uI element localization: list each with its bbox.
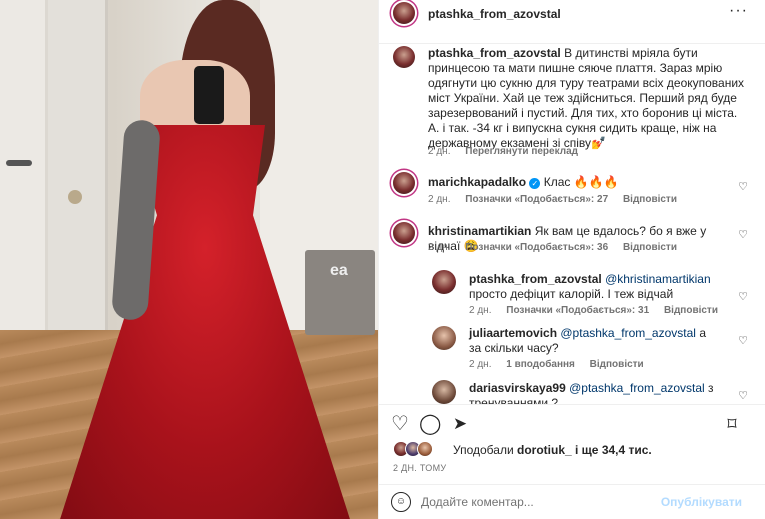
share-send-icon[interactable]: ➤ (449, 413, 471, 435)
like-comment-heart-icon[interactable]: ♡ (738, 334, 748, 347)
caption-meta: 2 дн. Переглянути переклад (428, 146, 590, 157)
comment-username[interactable]: khristinamartikian (428, 224, 531, 238)
reply: dariasvirskaya99 @ptashka_from_azovstal … (469, 381, 719, 404)
reply-time[interactable]: 2 дн. (469, 305, 491, 316)
see-translation-link[interactable]: Переглянути переклад (465, 146, 578, 157)
comments-list: ptashka_from_azovstal В дитинстві мріяла… (379, 44, 765, 404)
author-username[interactable]: ptashka_from_azovstal (428, 7, 561, 21)
reply-avatar[interactable] (432, 270, 456, 294)
commenter-avatar[interactable] (393, 222, 415, 244)
reply-meta: 2 дн. Позначки «Подобається»: 31 Відпові… (469, 305, 730, 316)
comment-composer: ☺ Опублікувати (379, 484, 765, 519)
post-actions-bar: ♡ ◯ ➤ ⌑ (379, 404, 765, 440)
liker-avatar[interactable] (417, 441, 433, 457)
like-comment-heart-icon[interactable]: ♡ (738, 180, 748, 193)
reply: ptashka_from_azovstal @khristinamartikia… (469, 272, 719, 302)
commenter-avatar[interactable] (393, 172, 415, 194)
verified-badge-icon: ✓ (529, 178, 541, 189)
mention-link[interactable]: @ptashka_from_azovstal (569, 381, 705, 395)
reply-time[interactable]: 2 дн. (469, 359, 491, 370)
like-comment-heart-icon[interactable]: ♡ (738, 290, 748, 303)
comment-meta: 2 дн. Позначки «Подобається»: 36 Відпові… (428, 242, 689, 253)
liker-username[interactable]: dorotiuk_ (517, 443, 572, 457)
door-panel (48, 0, 108, 330)
author-avatar[interactable] (393, 2, 415, 24)
reply-username[interactable]: ptashka_from_azovstal (469, 272, 602, 286)
publish-button[interactable]: Опублікувати (661, 495, 742, 509)
reply-username[interactable]: dariasvirskaya99 (469, 381, 566, 395)
reply-likes[interactable]: 1 вподобання (506, 359, 575, 370)
like-comment-heart-icon[interactable]: ♡ (738, 389, 748, 402)
caption-avatar[interactable] (393, 46, 415, 68)
reply-button[interactable]: Відповісти (623, 194, 677, 205)
reply-text: просто дефіцит калорій. І теж відчай (469, 287, 674, 301)
reply-avatar[interactable] (432, 380, 456, 404)
likes-text: Уподобали dorotiuk_ і ще 34,4 тис. (453, 443, 652, 457)
reply-button[interactable]: Відповісти (664, 305, 718, 316)
posted-time[interactable]: 2 ДН. ТОМУ (393, 463, 446, 473)
comment-meta: 2 дн. Позначки «Подобається»: 27 Відпові… (428, 194, 689, 205)
reply-likes[interactable]: Позначки «Подобається»: 31 (506, 305, 649, 316)
reply: juliaartemovich @ptashka_from_azovstal а… (469, 326, 719, 356)
save-bookmark-icon[interactable]: ⌑ (721, 413, 743, 435)
caption-username[interactable]: ptashka_from_azovstal (428, 46, 561, 60)
comment-text: Клас 🔥🔥🔥 (543, 175, 619, 189)
comment-username[interactable]: marichkapadalko (428, 175, 526, 189)
comment-bubble-icon[interactable]: ◯ (419, 413, 441, 435)
post-photo[interactable]: ea (0, 0, 378, 519)
phone (194, 66, 224, 124)
comment-time[interactable]: 2 дн. (428, 194, 450, 205)
post-side-panel: ptashka_from_azovstal ··· ptashka_from_a… (378, 0, 765, 519)
likes-prefix: Уподобали (453, 443, 514, 457)
reply-button[interactable]: Відповісти (623, 242, 677, 253)
reply-button[interactable]: Відповісти (590, 359, 644, 370)
comment-time[interactable]: 2 дн. (428, 242, 450, 253)
reply-avatar[interactable] (432, 326, 456, 350)
like-heart-icon[interactable]: ♡ (389, 413, 411, 435)
more-options-icon[interactable]: ··· (729, 2, 748, 20)
reply-username[interactable]: juliaartemovich (469, 326, 557, 340)
mention-link[interactable]: @khristinamartikian (605, 272, 711, 286)
likes-count[interactable]: і ще 34,4 тис. (575, 443, 652, 457)
comment-likes[interactable]: Позначки «Подобається»: 36 (465, 242, 608, 253)
reply-meta: 2 дн. 1 вподобання Відповісти (469, 359, 656, 370)
likes-summary: Уподобали dorotiuk_ і ще 34,4 тис. (393, 441, 763, 461)
bag-logo: ea (330, 262, 348, 279)
caption-time[interactable]: 2 дн. (428, 146, 450, 157)
comment-likes[interactable]: Позначки «Подобається»: 27 (465, 194, 608, 205)
caption: ptashka_from_azovstal В дитинстві мріяла… (428, 46, 748, 151)
comment: marichkapadalko ✓ Клас 🔥🔥🔥 (428, 175, 728, 190)
emoji-smiley-icon[interactable]: ☺ (391, 492, 411, 512)
post-header: ptashka_from_azovstal ··· (379, 0, 765, 44)
comment-input[interactable] (421, 490, 661, 514)
door-knob (68, 190, 82, 204)
mention-link[interactable]: @ptashka_from_azovstal (560, 326, 696, 340)
door-handle (6, 160, 32, 166)
like-comment-heart-icon[interactable]: ♡ (738, 228, 748, 241)
